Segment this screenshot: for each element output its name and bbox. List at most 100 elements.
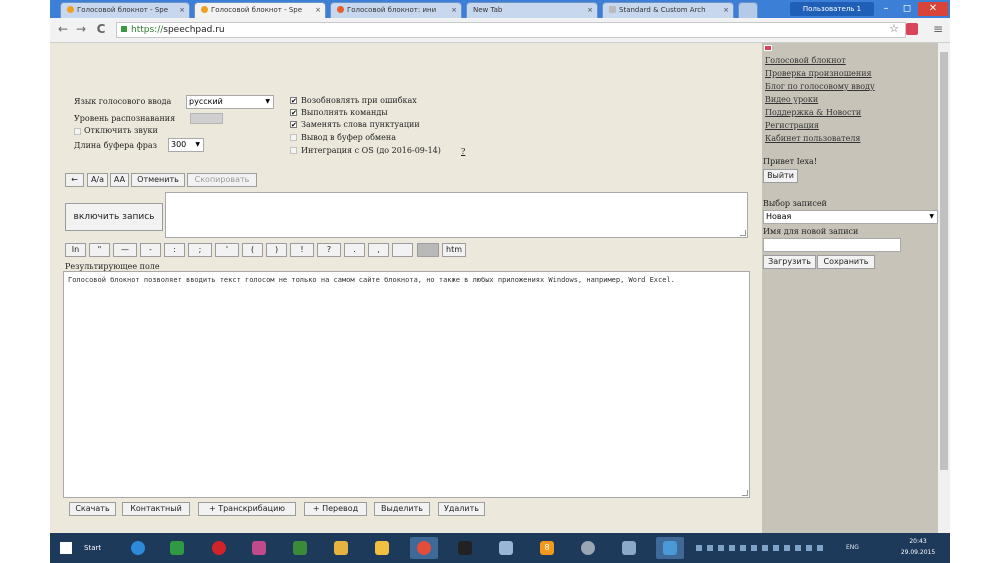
- records-select[interactable]: Новая ▼: [763, 210, 938, 224]
- taskbar-app-yellow-icon[interactable]: [368, 537, 396, 559]
- taskbar-tool-icon[interactable]: [615, 537, 643, 559]
- flag-icon[interactable]: [764, 45, 772, 51]
- sidebar-link-notepad[interactable]: Голосовой блокнот: [765, 56, 846, 65]
- resume-checkbox[interactable]: ✔: [290, 97, 297, 105]
- clipboard-checkbox[interactable]: [290, 134, 297, 141]
- tab-close-icon[interactable]: ×: [315, 6, 321, 14]
- contact-button[interactable]: Контактный: [122, 502, 190, 516]
- sidebar-link-pronunciation[interactable]: Проверка произношения: [765, 69, 872, 78]
- browser-tab-1[interactable]: Голосовой блокнот - Spe ×: [60, 2, 190, 18]
- browser-tab-3[interactable]: Голосовой блокнот: ини ×: [330, 2, 462, 18]
- download-button[interactable]: Скачать: [69, 502, 116, 516]
- taskbar-explorer-icon[interactable]: [327, 537, 355, 559]
- result-label: Результирующее поле: [65, 262, 160, 271]
- punct-semicolon-button[interactable]: ;: [188, 243, 212, 257]
- sidebar-link-register[interactable]: Регистрация: [765, 121, 819, 130]
- system-tray[interactable]: ENG: [696, 538, 876, 558]
- punct-colon-button[interactable]: :: [164, 243, 185, 257]
- translation-button[interactable]: + Перевод: [304, 502, 367, 516]
- sidebar-link-support[interactable]: Поддержка & Новости: [765, 108, 861, 117]
- new-tab-button[interactable]: [738, 2, 758, 18]
- punct-period-button[interactable]: .: [344, 243, 365, 257]
- taskbar-opera-icon[interactable]: [205, 537, 233, 559]
- record-name-input[interactable]: [763, 238, 901, 252]
- punct-close-paren-button[interactable]: ): [266, 243, 287, 257]
- keyboard-icon[interactable]: [417, 243, 439, 257]
- tray-icons[interactable]: [696, 545, 826, 551]
- tab-close-icon[interactable]: ×: [587, 6, 593, 14]
- reload-button[interactable]: C: [94, 22, 108, 36]
- back-button[interactable]: ←: [56, 22, 70, 36]
- cancel-button[interactable]: Отменить: [131, 173, 185, 187]
- bookmark-star-icon[interactable]: ☆: [887, 22, 901, 36]
- lang-select[interactable]: русский ▼: [186, 95, 274, 109]
- mute-checkbox[interactable]: [74, 128, 81, 135]
- copy-button[interactable]: Скопировать: [187, 173, 257, 187]
- buffer-select[interactable]: 300 ▼: [168, 138, 204, 152]
- uppercase-button[interactable]: AA: [110, 173, 129, 187]
- punct-newline-button[interactable]: In: [65, 243, 86, 257]
- sidebar-link-cabinet[interactable]: Кабинет пользователя: [765, 134, 860, 143]
- menu-icon[interactable]: ≡: [931, 22, 945, 36]
- profile-button[interactable]: Пользователь 1: [790, 2, 874, 16]
- record-button[interactable]: включить запись: [65, 203, 163, 231]
- taskbar-terminal-icon[interactable]: [451, 537, 479, 559]
- extension-icon[interactable]: [906, 23, 918, 35]
- punct-comma-button[interactable]: ,: [368, 243, 389, 257]
- sidebar-link-blog[interactable]: Блог по голосовому вводу: [765, 82, 875, 91]
- os-integration-checkbox[interactable]: [290, 147, 297, 154]
- interim-textarea[interactable]: [165, 192, 748, 238]
- select-all-button[interactable]: Выделить: [374, 502, 430, 516]
- taskbar-window-icon[interactable]: [492, 537, 520, 559]
- browser-tab-5[interactable]: Standard & Custom Arch ×: [602, 2, 734, 18]
- tray-language[interactable]: ENG: [846, 538, 859, 558]
- address-bar[interactable]: https://speechpad.ru: [116, 22, 906, 38]
- taskbar-app-green-icon[interactable]: [163, 537, 191, 559]
- undo-arrow-button[interactable]: ←: [65, 173, 84, 187]
- taskbar-paint-icon[interactable]: [245, 537, 273, 559]
- taskbar-clock[interactable]: 20:43 29.09.2015: [890, 536, 946, 560]
- punct-quote-button[interactable]: ": [89, 243, 110, 257]
- punctuation-checkbox[interactable]: ✔: [290, 121, 297, 129]
- taskbar-network-icon[interactable]: [656, 537, 684, 559]
- taskbar-badge-icon[interactable]: 8: [533, 537, 561, 559]
- punct-hyphen-button[interactable]: -: [140, 243, 161, 257]
- dropdown-arrow-icon: ▼: [929, 213, 934, 220]
- browser-tab-4[interactable]: New Tab ×: [466, 2, 598, 18]
- punct-question-button[interactable]: ?: [317, 243, 341, 257]
- taskbar-excel-icon[interactable]: [286, 537, 314, 559]
- resize-handle-icon[interactable]: [742, 490, 748, 496]
- os-integration-label: Интеграция с OS (до 2016-09-14): [301, 146, 441, 155]
- punct-dash-button[interactable]: —: [113, 243, 137, 257]
- load-button[interactable]: Загрузить: [763, 255, 816, 269]
- save-button[interactable]: Сохранить: [817, 255, 875, 269]
- taskbar-settings-icon[interactable]: [574, 537, 602, 559]
- punct-open-paren-button[interactable]: (: [242, 243, 263, 257]
- sidebar-link-video[interactable]: Видео уроки: [765, 95, 818, 104]
- scrollbar-thumb[interactable]: [940, 52, 948, 470]
- delete-button[interactable]: Удалить: [438, 502, 485, 516]
- tab-close-icon[interactable]: ×: [451, 6, 457, 14]
- taskbar-ie-icon[interactable]: [124, 537, 152, 559]
- start-button[interactable]: Start: [56, 536, 108, 560]
- punct-exclamation-button[interactable]: !: [290, 243, 314, 257]
- browser-tab-2[interactable]: Голосовой блокнот - Spe ×: [194, 2, 326, 18]
- punct-apostrophe-button[interactable]: ': [215, 243, 239, 257]
- maximize-button[interactable]: ◻: [897, 2, 917, 16]
- logout-button[interactable]: Выйти: [763, 169, 798, 183]
- resize-handle-icon[interactable]: [740, 230, 746, 236]
- forward-button[interactable]: →: [74, 22, 88, 36]
- toggle-case-button[interactable]: A/a: [87, 173, 108, 187]
- taskbar-chrome-icon[interactable]: [410, 537, 438, 559]
- tab-close-icon[interactable]: ×: [723, 6, 729, 14]
- htm-button[interactable]: htm: [442, 243, 466, 257]
- close-window-button[interactable]: ✕: [918, 2, 948, 16]
- tab-close-icon[interactable]: ×: [179, 6, 185, 14]
- mute-label: Отключить звуки: [84, 126, 158, 135]
- punct-blank-button[interactable]: [392, 243, 413, 257]
- minimize-button[interactable]: –: [876, 2, 896, 16]
- transcription-button[interactable]: + Транскрибацию: [198, 502, 296, 516]
- result-textarea[interactable]: Голосовой блокнот позволяет вводить текс…: [63, 271, 750, 498]
- os-integration-help-link[interactable]: ?: [461, 147, 465, 156]
- commands-checkbox[interactable]: ✔: [290, 109, 297, 117]
